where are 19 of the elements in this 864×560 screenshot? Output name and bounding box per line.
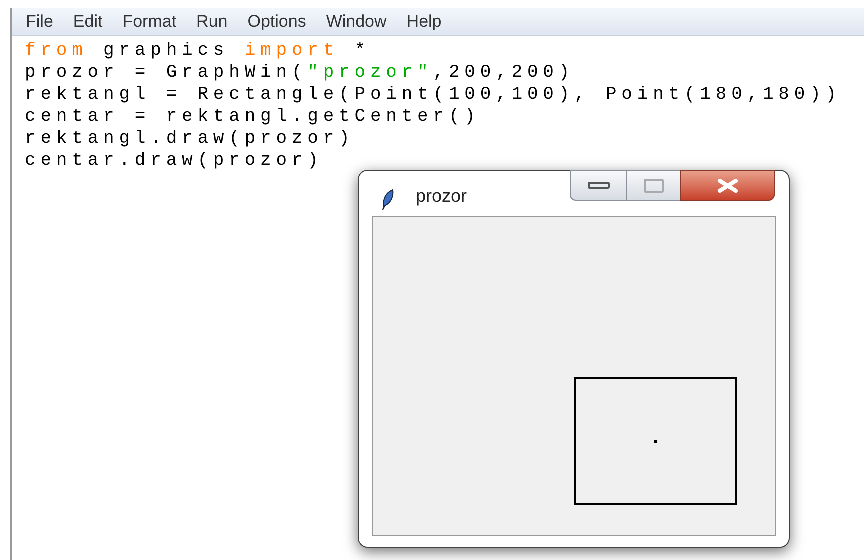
code-line: prozor = GraphWin("prozor",200,200)	[25, 62, 576, 84]
menu-item[interactable]: Help	[406, 8, 442, 34]
code-line: centar = rektangl.getCenter()	[25, 106, 482, 128]
close-icon	[716, 178, 738, 192]
menu-item[interactable]: File	[26, 8, 54, 34]
close-button[interactable]	[680, 170, 775, 201]
code-line: from graphics import *	[25, 40, 372, 62]
menu-item[interactable]: Run	[196, 8, 228, 34]
menu-item[interactable]: Edit	[73, 8, 103, 34]
maximize-button[interactable]	[627, 170, 680, 201]
window-title: prozor	[416, 185, 468, 208]
feather-icon	[381, 189, 395, 211]
code-line: rektangl = Rectangle(Point(100,100), Point(180,180))	[25, 84, 842, 106]
menu-item[interactable]: Window	[326, 8, 387, 34]
menu-item[interactable]: Format	[122, 8, 177, 34]
code-line: rektangl.draw(prozor)	[25, 128, 356, 150]
minimize-button[interactable]	[570, 170, 627, 201]
code-line: centar.draw(prozor)	[25, 150, 324, 172]
menu-item[interactable]: Options	[248, 8, 306, 34]
